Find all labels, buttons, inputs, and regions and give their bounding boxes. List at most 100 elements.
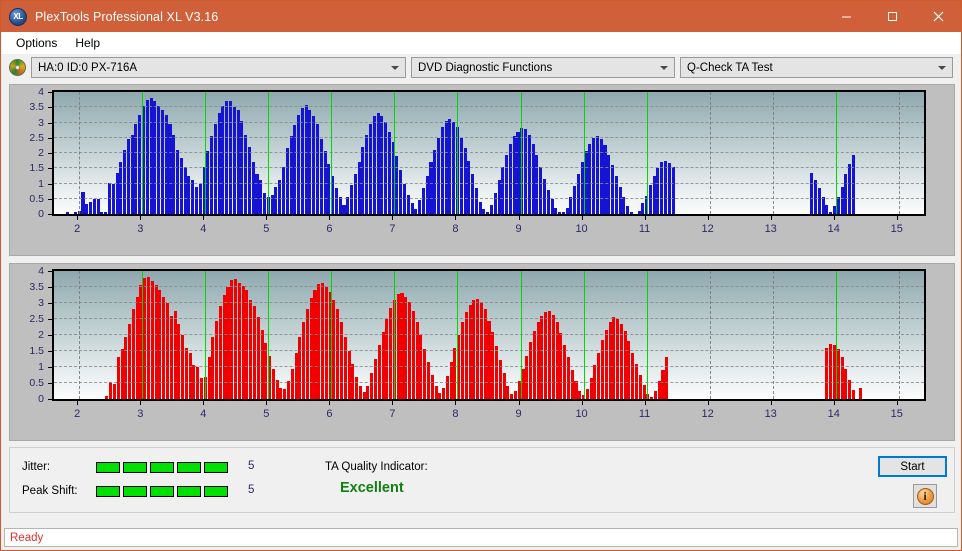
chart-bar xyxy=(851,390,855,399)
x-axis-tick-label: 2 xyxy=(74,408,81,420)
meter-segment xyxy=(150,486,174,497)
chart-bar xyxy=(362,391,366,399)
app-logo-icon: XL xyxy=(9,7,27,26)
chart-bar xyxy=(290,368,294,399)
chart-bar xyxy=(274,187,278,214)
x-axis-tick-label: 9 xyxy=(515,408,522,420)
grid-line-horizontal xyxy=(54,106,924,108)
chart-bar xyxy=(539,166,543,214)
chart-bar xyxy=(437,137,441,214)
chart-bar xyxy=(119,162,123,214)
menu-bar: Options Help xyxy=(1,32,961,54)
chart-bar xyxy=(641,203,645,214)
chart-bar xyxy=(188,352,192,399)
chart-bar xyxy=(126,139,130,214)
chart-bar xyxy=(287,381,291,399)
chart-bar xyxy=(285,148,289,214)
chart-bar xyxy=(263,192,267,214)
chart-bar xyxy=(353,174,357,214)
chart-bar xyxy=(535,154,539,214)
y-axis-tick-label: 3.5 xyxy=(29,281,44,293)
chart-bar xyxy=(198,183,202,214)
chart-bar xyxy=(365,134,369,214)
y-axis-tick xyxy=(48,168,52,170)
grid-line-horizontal xyxy=(54,121,924,123)
jitter-chart-x-axis: 2 3 4 5 6 7 8 9 10 11 12 13 14 15 xyxy=(10,214,954,238)
chart-bar xyxy=(358,386,362,399)
chart-bar xyxy=(657,381,661,399)
meter-segment xyxy=(96,462,120,473)
y-axis-tick-label: 0.5 xyxy=(29,377,44,389)
grid-line-horizontal xyxy=(54,182,924,184)
y-axis-tick-label: 1.5 xyxy=(29,162,44,175)
chart-bar xyxy=(825,347,829,399)
grid-line-vertical xyxy=(79,271,81,399)
meter-segment xyxy=(123,462,147,473)
y-axis-tick-label: 1 xyxy=(38,361,44,373)
grid-line-vertical xyxy=(709,271,711,399)
grid-line-horizontal xyxy=(54,366,924,367)
chart-bar xyxy=(821,197,825,214)
menu-item-options[interactable]: Options xyxy=(7,34,66,52)
y-axis-tick-label: 4 xyxy=(38,86,44,98)
minimize-button[interactable] xyxy=(823,1,869,32)
chart-bar xyxy=(440,127,444,214)
x-axis-tick xyxy=(581,401,583,405)
chart-bar xyxy=(449,362,453,399)
chart-bar xyxy=(164,114,168,214)
chart-bar xyxy=(120,349,124,399)
chart-bar xyxy=(430,375,434,399)
marker-line xyxy=(457,92,459,214)
chart-bar xyxy=(218,306,222,399)
maximize-button[interactable] xyxy=(869,1,915,32)
marker-line xyxy=(205,92,207,214)
marker-line xyxy=(583,92,585,214)
chart-bar xyxy=(859,387,863,399)
info-button[interactable]: i xyxy=(913,484,937,508)
grid-line-horizontal xyxy=(54,318,924,319)
close-button[interactable] xyxy=(915,1,961,32)
chart-bar xyxy=(399,169,403,214)
window-controls xyxy=(823,1,961,32)
y-axis-tick-label: 2 xyxy=(38,147,44,159)
function-select[interactable]: DVD Diagnostic Functions xyxy=(411,57,675,78)
chart-bar xyxy=(667,162,671,214)
grid-line-vertical xyxy=(772,92,774,214)
x-axis-tick xyxy=(140,401,142,405)
chart-bar xyxy=(656,168,660,214)
chart-bar xyxy=(173,311,177,399)
chart-bar xyxy=(217,113,221,214)
start-button[interactable]: Start xyxy=(878,456,947,477)
chart-bar xyxy=(124,336,128,399)
y-axis-tick xyxy=(48,271,52,272)
drive-select[interactable]: HA:0 ID:0 PX-716A xyxy=(31,57,406,78)
x-axis-tick-label: 8 xyxy=(452,408,459,420)
x-axis-tick-label: 8 xyxy=(452,223,459,235)
x-axis-tick xyxy=(140,216,142,220)
x-axis-tick-label: 7 xyxy=(389,223,396,235)
y-axis-tick xyxy=(48,183,52,185)
chart-bar xyxy=(810,172,814,214)
chart-bar xyxy=(281,166,285,214)
x-axis-tick xyxy=(581,216,583,220)
y-axis-tick xyxy=(48,107,52,109)
meter-segment xyxy=(123,486,147,497)
marker-line xyxy=(520,92,522,214)
y-axis-tick xyxy=(48,319,52,320)
chart-bar xyxy=(577,174,581,214)
grid-line-horizontal xyxy=(54,136,924,138)
chart-bar xyxy=(372,116,376,214)
chart-bar xyxy=(319,139,323,214)
grid-line-horizontal xyxy=(54,91,924,92)
chart-bar xyxy=(616,319,620,399)
chart-bar xyxy=(255,174,259,214)
chart-bar xyxy=(130,134,134,214)
chart-bar xyxy=(595,136,599,214)
test-select[interactable]: Q-Check TA Test xyxy=(680,57,953,78)
jitter-label: Jitter: xyxy=(22,461,51,473)
menu-item-help[interactable]: Help xyxy=(66,34,109,52)
chart-bar xyxy=(611,165,615,214)
chart-bar xyxy=(851,154,855,214)
peak-shift-chart-y-axis: 0 0.5 1 1.5 2 2.5 3 3.5 4 xyxy=(10,264,52,405)
marker-line xyxy=(646,92,648,214)
